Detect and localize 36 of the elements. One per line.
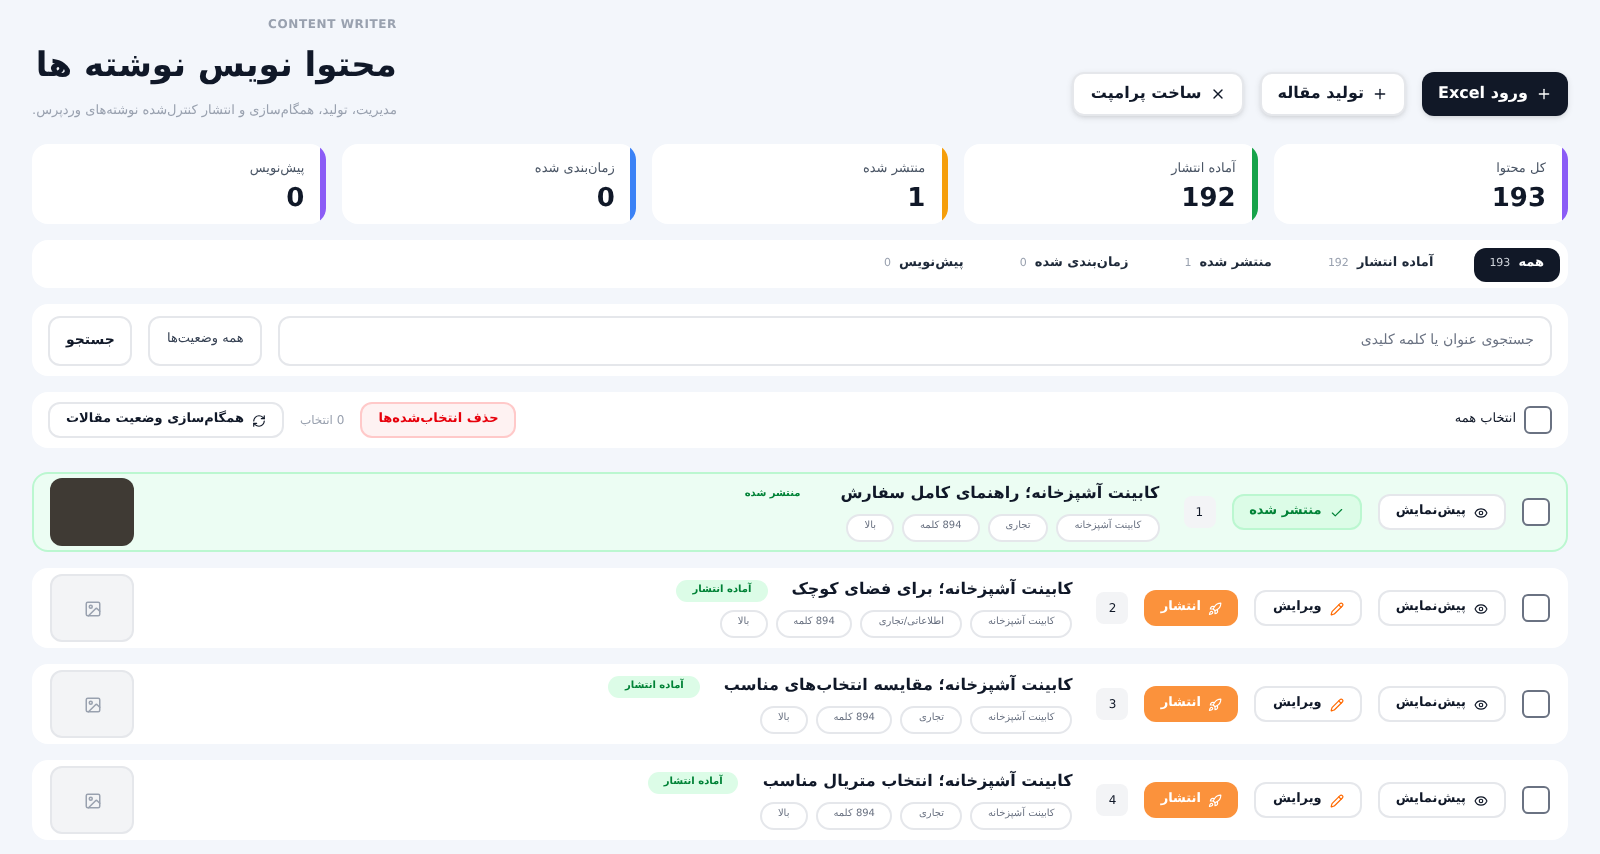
image-icon <box>83 599 101 617</box>
stat-value: 0 <box>284 181 305 218</box>
pencil-icon <box>1329 697 1344 711</box>
article-title: کابینت آشپزخانه؛ انتخاب متریال مناسب <box>762 770 1073 795</box>
row-checkbox[interactable] <box>1522 498 1550 526</box>
eye-icon <box>1474 505 1488 519</box>
plus-icon <box>1536 86 1552 102</box>
stat-value: 0 <box>594 181 615 218</box>
select-all-checkbox[interactable] <box>1524 406 1552 434</box>
eye-icon <box>1474 793 1488 807</box>
stat-value: 193 <box>1489 181 1546 218</box>
eye-icon <box>1474 601 1488 615</box>
article-title: کابینت آشپزخانه؛ مقایسه انتخاب‌های مناسب <box>723 674 1073 699</box>
row-checkbox[interactable] <box>1522 594 1550 622</box>
stat-value: 192 <box>1179 181 1236 218</box>
check-icon <box>1329 505 1344 519</box>
sync-icon <box>251 413 266 427</box>
article-title: کابینت آشپزخانه؛ برای فضای کوچک <box>791 578 1073 603</box>
header-button[interactable]: تولید مقاله <box>1259 72 1406 116</box>
image-icon <box>83 791 101 809</box>
image-icon <box>83 695 101 713</box>
pencil-icon <box>1329 601 1344 615</box>
header-button[interactable]: ساخت پرامپت <box>1072 72 1244 116</box>
rocket-icon <box>1208 697 1223 711</box>
plus-icon <box>1372 86 1388 102</box>
rocket-icon <box>1208 601 1223 615</box>
row-checkbox[interactable] <box>1522 786 1550 814</box>
row-checkbox[interactable] <box>1522 690 1550 718</box>
stat-value: 1 <box>905 181 926 218</box>
pencil-icon <box>1329 793 1344 807</box>
eye-icon <box>1474 697 1488 711</box>
article-title: کابینت آشپزخانه؛ راهنمای کامل سفارش <box>840 482 1160 507</box>
header-button[interactable]: ورود Excel <box>1422 72 1568 116</box>
cross-icon <box>1209 86 1226 102</box>
rocket-icon <box>1208 793 1223 807</box>
page-title: محتوا نویس نوشته ها <box>35 44 397 90</box>
